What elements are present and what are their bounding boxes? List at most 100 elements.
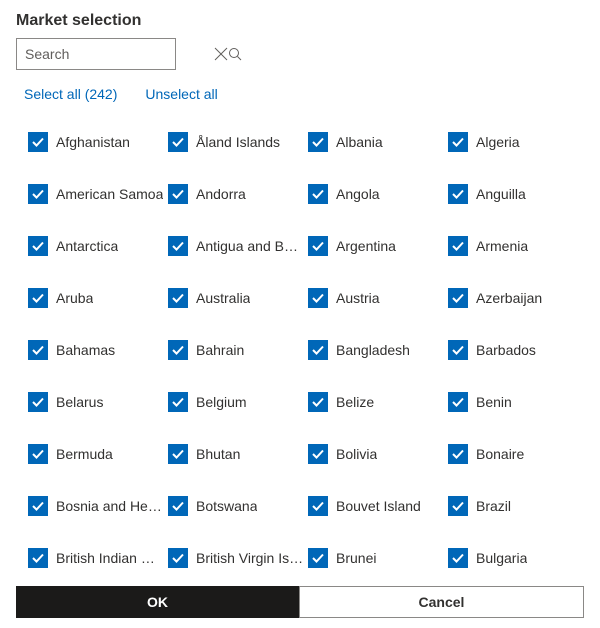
checkbox-icon[interactable] bbox=[168, 288, 188, 308]
market-label: Bolivia bbox=[336, 446, 377, 462]
market-item[interactable]: Albania bbox=[308, 132, 444, 152]
checkbox-icon[interactable] bbox=[448, 392, 468, 412]
cancel-button[interactable]: Cancel bbox=[299, 586, 584, 618]
market-item[interactable]: Bosnia and Herzegovina bbox=[28, 496, 164, 516]
market-item[interactable]: Bahrain bbox=[168, 340, 304, 360]
checkbox-icon[interactable] bbox=[168, 132, 188, 152]
market-item[interactable]: Algeria bbox=[448, 132, 584, 152]
market-list-wrap: Afghanistan Åland IslandsAlbaniaAlgeria Am… bbox=[4, 114, 592, 572]
checkbox-icon[interactable] bbox=[448, 548, 468, 568]
market-item[interactable]: Afghanistan bbox=[28, 132, 164, 152]
checkbox-icon[interactable] bbox=[308, 288, 328, 308]
checkbox-icon[interactable] bbox=[168, 444, 188, 464]
select-all-link[interactable]: Select all (242) bbox=[24, 86, 117, 102]
unselect-all-link[interactable]: Unselect all bbox=[145, 86, 217, 102]
market-label: Brazil bbox=[476, 498, 511, 514]
market-item[interactable]: Angola bbox=[308, 184, 444, 204]
market-label: Angola bbox=[336, 186, 380, 202]
market-item[interactable]: Åland Islands bbox=[168, 132, 304, 152]
market-item[interactable]: Antarctica bbox=[28, 236, 164, 256]
search-input[interactable] bbox=[17, 46, 214, 62]
checkbox-icon[interactable] bbox=[28, 288, 48, 308]
market-label: British Indian Ocean Territory bbox=[56, 550, 164, 566]
market-label: Afghanistan bbox=[56, 134, 130, 150]
market-item[interactable]: Aruba bbox=[28, 288, 164, 308]
market-item[interactable]: Armenia bbox=[448, 236, 584, 256]
checkbox-icon[interactable] bbox=[448, 184, 468, 204]
market-item[interactable]: Antigua and Barbuda bbox=[168, 236, 304, 256]
checkbox-icon[interactable] bbox=[448, 288, 468, 308]
market-label: Brunei bbox=[336, 550, 376, 566]
market-item[interactable]: Bahamas bbox=[28, 340, 164, 360]
market-label: Bahrain bbox=[196, 342, 244, 358]
checkbox-icon[interactable] bbox=[308, 496, 328, 516]
market-selection-dialog: Market selection Select all (242) Unsele… bbox=[0, 0, 600, 628]
market-list-scroll[interactable]: Afghanistan Åland IslandsAlbaniaAlgeria Am… bbox=[4, 114, 592, 572]
checkbox-icon[interactable] bbox=[448, 236, 468, 256]
checkbox-icon[interactable] bbox=[308, 548, 328, 568]
market-label: Bahamas bbox=[56, 342, 115, 358]
market-item[interactable]: Bonaire bbox=[448, 444, 584, 464]
market-item[interactable]: Azerbaijan bbox=[448, 288, 584, 308]
checkbox-icon[interactable] bbox=[308, 340, 328, 360]
market-item[interactable]: Belarus bbox=[28, 392, 164, 412]
checkbox-icon[interactable] bbox=[168, 236, 188, 256]
search-box[interactable] bbox=[16, 38, 176, 70]
market-label: Anguilla bbox=[476, 186, 526, 202]
checkbox-icon[interactable] bbox=[448, 132, 468, 152]
checkbox-icon[interactable] bbox=[28, 444, 48, 464]
checkbox-icon[interactable] bbox=[28, 340, 48, 360]
market-item[interactable]: Argentina bbox=[308, 236, 444, 256]
checkbox-icon[interactable] bbox=[308, 444, 328, 464]
market-label: Bulgaria bbox=[476, 550, 527, 566]
checkbox-icon[interactable] bbox=[28, 496, 48, 516]
market-item[interactable]: Bangladesh bbox=[308, 340, 444, 360]
market-item[interactable]: Botswana bbox=[168, 496, 304, 516]
checkbox-icon[interactable] bbox=[28, 236, 48, 256]
market-label: Armenia bbox=[476, 238, 528, 254]
market-item[interactable]: Belgium bbox=[168, 392, 304, 412]
market-item[interactable]: Brazil bbox=[448, 496, 584, 516]
checkbox-icon[interactable] bbox=[308, 392, 328, 412]
market-label: Bermuda bbox=[56, 446, 113, 462]
market-item[interactable]: Austria bbox=[308, 288, 444, 308]
market-item[interactable]: Benin bbox=[448, 392, 584, 412]
checkbox-icon[interactable] bbox=[308, 236, 328, 256]
market-label: Austria bbox=[336, 290, 380, 306]
checkbox-icon[interactable] bbox=[168, 340, 188, 360]
checkbox-icon[interactable] bbox=[448, 496, 468, 516]
market-item[interactable]: American Samoa bbox=[28, 184, 164, 204]
market-item[interactable]: Bulgaria bbox=[448, 548, 584, 568]
clear-icon[interactable] bbox=[214, 47, 228, 61]
checkbox-icon[interactable] bbox=[168, 184, 188, 204]
market-item[interactable]: Bolivia bbox=[308, 444, 444, 464]
market-item[interactable]: Australia bbox=[168, 288, 304, 308]
market-item[interactable]: Andorra bbox=[168, 184, 304, 204]
checkbox-icon[interactable] bbox=[308, 132, 328, 152]
checkbox-icon[interactable] bbox=[28, 548, 48, 568]
ok-button[interactable]: OK bbox=[16, 586, 299, 618]
market-item[interactable]: Anguilla bbox=[448, 184, 584, 204]
checkbox-icon[interactable] bbox=[28, 184, 48, 204]
market-item[interactable]: Brunei bbox=[308, 548, 444, 568]
market-item[interactable]: Barbados bbox=[448, 340, 584, 360]
market-label: Aruba bbox=[56, 290, 93, 306]
checkbox-icon[interactable] bbox=[28, 132, 48, 152]
market-item[interactable]: Belize bbox=[308, 392, 444, 412]
market-item[interactable]: British Virgin Islands bbox=[168, 548, 304, 568]
checkbox-icon[interactable] bbox=[448, 340, 468, 360]
checkbox-icon[interactable] bbox=[448, 444, 468, 464]
market-item[interactable]: Bhutan bbox=[168, 444, 304, 464]
search-icon[interactable] bbox=[228, 47, 242, 61]
market-item[interactable]: British Indian Ocean Territory bbox=[28, 548, 164, 568]
checkbox-icon[interactable] bbox=[308, 184, 328, 204]
market-item[interactable]: Bouvet Island bbox=[308, 496, 444, 516]
market-item[interactable]: Bermuda bbox=[28, 444, 164, 464]
market-label: Belize bbox=[336, 394, 374, 410]
checkbox-icon[interactable] bbox=[168, 548, 188, 568]
checkbox-icon[interactable] bbox=[168, 392, 188, 412]
checkbox-icon[interactable] bbox=[28, 392, 48, 412]
market-label: Belgium bbox=[196, 394, 247, 410]
checkbox-icon[interactable] bbox=[168, 496, 188, 516]
market-label: British Virgin Islands bbox=[196, 550, 304, 566]
